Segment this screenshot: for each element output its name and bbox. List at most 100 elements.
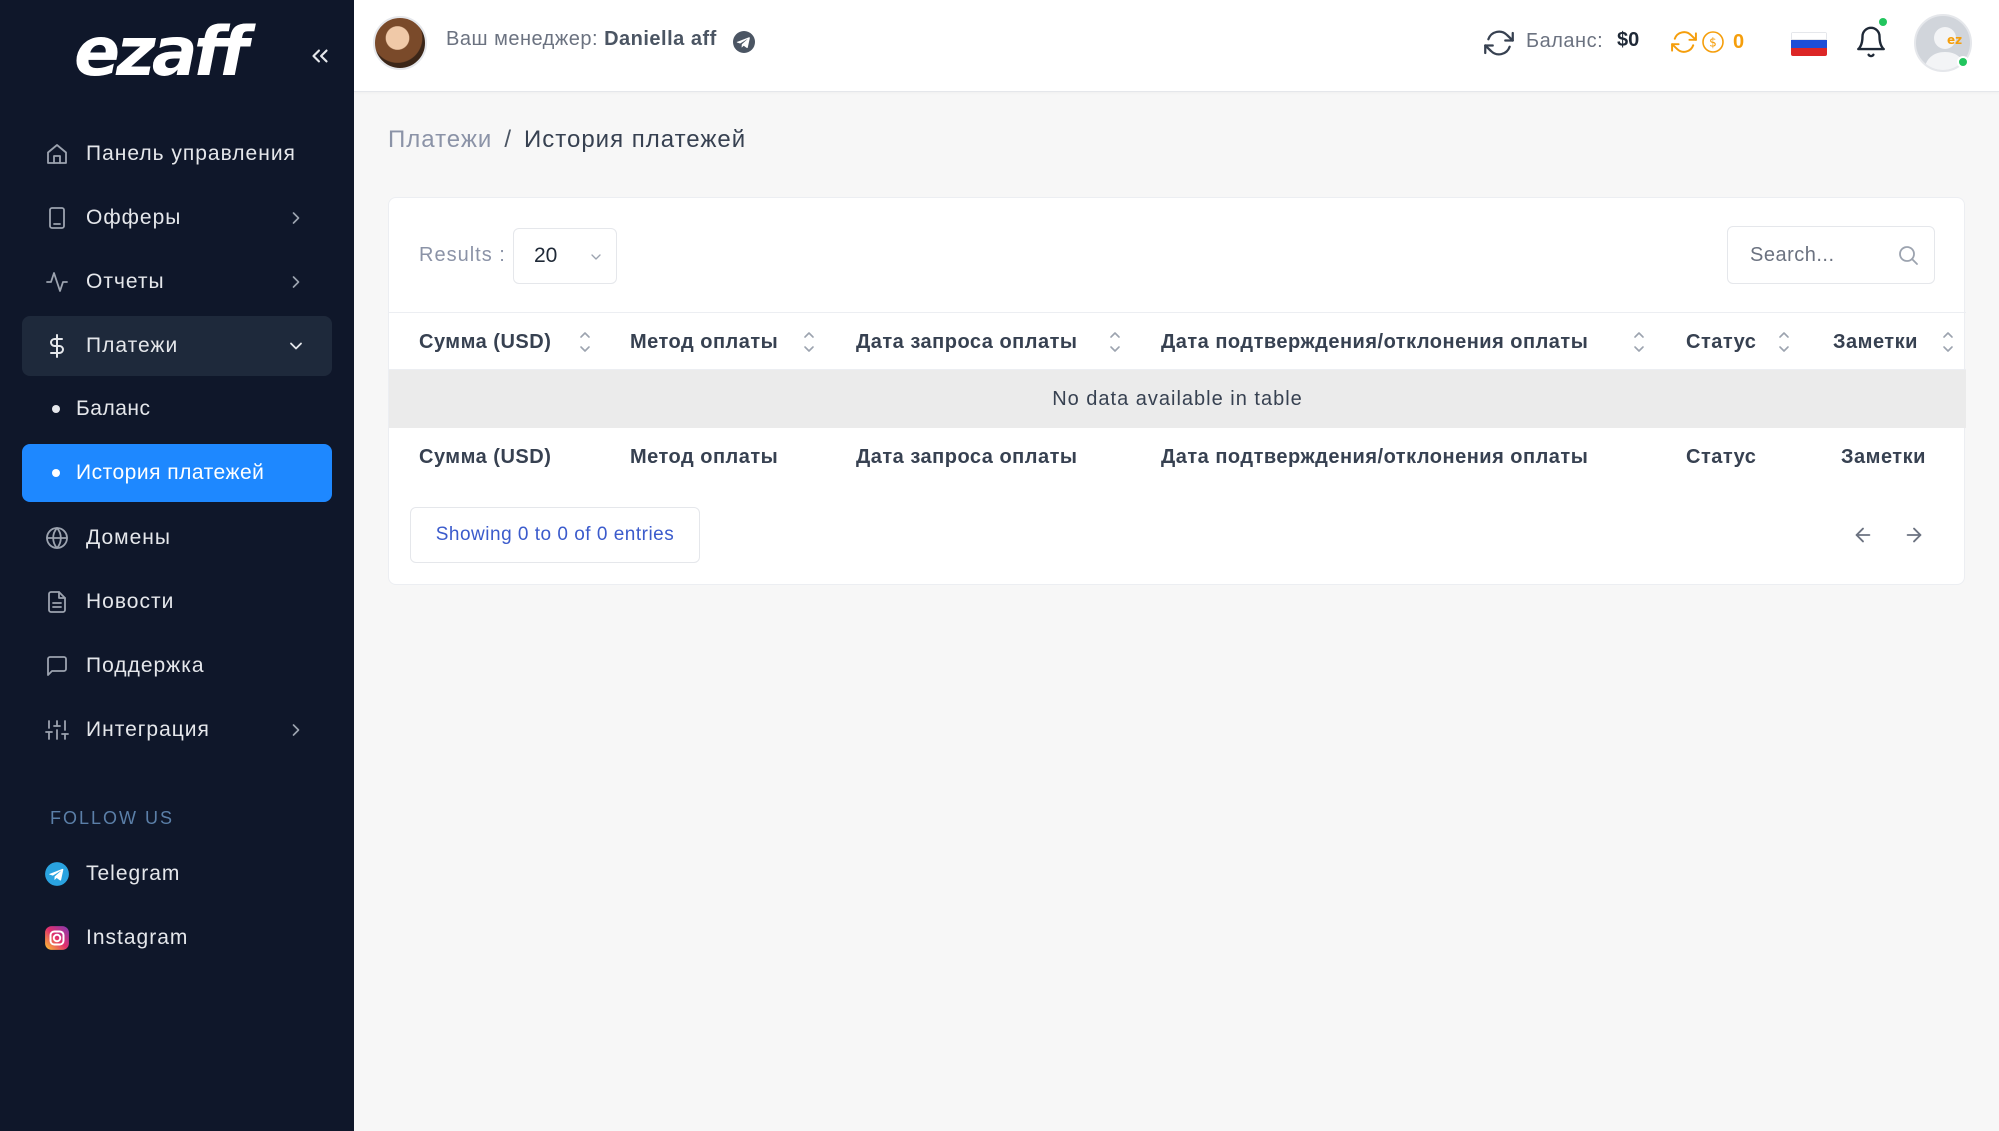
results-value: 20 [534, 244, 558, 267]
table-header: Сумма (USD) Метод оплаты Дата запроса оп… [389, 312, 1966, 370]
breadcrumb: Платежи / История платежей [388, 126, 746, 154]
sort-icon [1779, 332, 1789, 352]
arrow-left-icon [1855, 527, 1871, 543]
sidebar: ezaff Панель управления Офферы Отчеты Пл… [0, 0, 354, 1131]
table-empty-row: No data available in table [389, 370, 1966, 428]
breadcrumb-separator: / [504, 126, 513, 153]
search-icon [1899, 246, 1918, 265]
column-header-label: Сумма (USD) [419, 330, 552, 353]
instagram-icon [45, 926, 69, 950]
results-per-page-select[interactable]: 20 [513, 228, 617, 284]
sidebar-item-payments[interactable]: Платежи [22, 316, 332, 376]
sidebar-item-integration[interactable]: Интеграция [22, 700, 332, 760]
empty-message: No data available in table [1052, 387, 1303, 410]
footer-label-amount: Сумма (USD) [419, 445, 552, 468]
footer-label-request-date: Дата запроса оплаты [856, 445, 1078, 468]
footer-label-confirm-date: Дата подтверждения/отклонения оплаты [1161, 445, 1589, 468]
sidebar-item-dashboard[interactable]: Панель управления [22, 124, 332, 184]
chevron-right-icon [292, 276, 300, 288]
bullet-dot [52, 469, 60, 477]
manager-prefix: Ваш менеджер: [446, 28, 599, 50]
balance-value: $0 [1617, 29, 1640, 51]
telegram-link[interactable]: Telegram [44, 854, 324, 894]
sliders-icon [44, 717, 70, 743]
chevron-down-icon [591, 254, 601, 260]
footer-label-status: Статус [1686, 445, 1757, 468]
arrow-right-icon [1906, 527, 1922, 543]
column-header-status[interactable]: Статус [1686, 313, 1756, 371]
brand-logo[interactable]: ezaff [74, 12, 249, 92]
sort-icon [1634, 332, 1644, 352]
telegram-label: Telegram [86, 862, 181, 885]
sidebar-subitem-label: История платежей [76, 461, 265, 484]
document-icon [44, 589, 70, 615]
entries-info: Showing 0 to 0 of 0 entries [435, 524, 675, 545]
topbar: Ваш менеджер: Daniella aff Баланс: $0 $ … [354, 0, 1999, 92]
sidebar-subitem-payment-history[interactable]: История платежей [22, 444, 332, 502]
table-info: Showing 0 to 0 of 0 entries [410, 507, 700, 563]
previous-page-button[interactable] [1848, 520, 1878, 550]
sidebar-nav: Панель управления Офферы Отчеты Платежи [22, 124, 332, 764]
svg-text:ez: ez [1947, 33, 1962, 47]
sidebar-item-label: Отчеты [86, 270, 165, 293]
sidebar-item-support[interactable]: Поддержка [22, 636, 332, 696]
coins-balance: $ 0 [1671, 28, 1744, 56]
column-header-label: Заметки [1833, 330, 1918, 353]
balance-label: Баланс: [1526, 30, 1604, 52]
sort-icon [1943, 332, 1953, 352]
column-header-notes[interactable]: Заметки [1833, 313, 1918, 371]
results-label: Results : [419, 244, 506, 266]
instagram-link[interactable]: Instagram [44, 918, 324, 958]
svg-text:$: $ [1709, 36, 1717, 50]
telegram-icon [45, 862, 69, 886]
sort-icon [580, 332, 590, 352]
sidebar-subitem-balance[interactable]: Баланс [22, 380, 332, 438]
column-header-confirm-date[interactable]: Дата подтверждения/отклонения оплаты [1161, 313, 1588, 371]
column-header-method[interactable]: Метод оплаты [630, 313, 778, 371]
sidebar-item-label: Панель управления [86, 142, 296, 165]
breadcrumb-parent[interactable]: Платежи [388, 126, 492, 154]
bell-icon[interactable] [1854, 24, 1888, 60]
collapse-sidebar-button[interactable] [302, 38, 338, 74]
sidebar-item-label: Интеграция [86, 718, 210, 741]
sidebar-item-label: Платежи [86, 334, 179, 357]
next-page-button[interactable] [1899, 520, 1929, 550]
dollar-icon [44, 333, 70, 359]
search-input[interactable] [1728, 227, 1888, 283]
home-icon [44, 141, 70, 167]
coin-refresh-icon[interactable] [1671, 29, 1697, 55]
payments-table-card: Results : 20 Сумма (USD) Метод оплаты Да… [388, 197, 1966, 585]
online-status-dot [1957, 56, 1969, 68]
sidebar-item-label: Домены [86, 526, 171, 549]
bullet-dot [52, 405, 60, 413]
sidebar-item-label: Новости [86, 590, 175, 613]
sidebar-item-news[interactable]: Новости [22, 572, 332, 632]
logo-text: ezaff [74, 12, 249, 92]
manager-name: Daniella aff [604, 28, 717, 50]
sort-icon [1110, 332, 1120, 352]
chevron-right-icon [292, 724, 300, 736]
sidebar-item-domains[interactable]: Домены [22, 508, 332, 568]
coins-value: 0 [1733, 30, 1745, 53]
message-icon [44, 653, 70, 679]
footer-label-method: Метод оплаты [630, 445, 779, 468]
breadcrumb-current: История платежей [524, 126, 747, 153]
globe-icon [44, 525, 70, 551]
follow-us-heading: FOLLOW US [50, 808, 175, 828]
sidebar-item-reports[interactable]: Отчеты [22, 252, 332, 312]
column-header-label: Дата подтверждения/отклонения оплаты [1161, 330, 1589, 353]
footer-label-notes: Заметки [1841, 445, 1926, 468]
column-header-amount[interactable]: Сумма (USD) [419, 313, 551, 371]
telegram-manager-icon[interactable] [732, 30, 756, 54]
tablet-icon [44, 205, 70, 231]
column-header-label: Дата запроса оплаты [856, 330, 1078, 353]
refresh-balance-icon[interactable] [1484, 28, 1514, 58]
sidebar-item-offers[interactable]: Офферы [22, 188, 332, 248]
language-flag-ru[interactable] [1791, 32, 1827, 56]
search-box [1727, 226, 1935, 284]
column-header-request-date[interactable]: Дата запроса оплаты [856, 313, 1077, 371]
notification-dot [1879, 18, 1887, 26]
column-header-label: Статус [1686, 330, 1757, 353]
chevron-right-icon [292, 212, 300, 224]
double-chevron-left-icon [312, 49, 328, 63]
